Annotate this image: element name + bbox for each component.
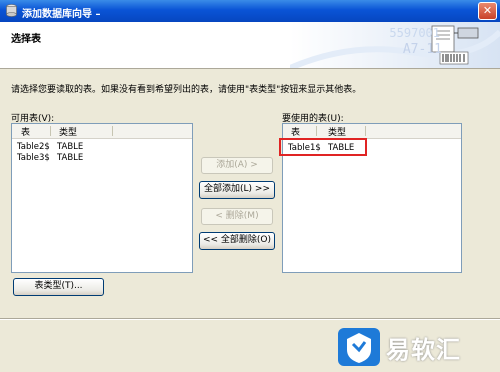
highlight-box (279, 138, 367, 156)
column-header-table[interactable]: 表 (291, 125, 300, 138)
server-icon (457, 27, 479, 39)
close-button[interactable]: ✕ (478, 2, 497, 20)
column-header-type[interactable]: 类型 (59, 125, 77, 138)
remove-all-button[interactable]: << 全部删除(O) (199, 232, 275, 250)
window-title: 添加数据库向导 – (22, 9, 101, 20)
column-header-table[interactable]: 表 (21, 125, 30, 138)
watermark-logo-icon (338, 328, 380, 366)
watermark-text: 易软汇 (386, 336, 461, 364)
instruction-text: 请选择您要读取的表。如果没有看到希望列出的表，请使用"表类型"按钮来显示其他表。 (11, 85, 362, 95)
list-item[interactable]: Table3$ TABLE (16, 153, 186, 164)
banner-text-1: 5597001 (389, 26, 440, 40)
list-header: 表 类型 (283, 124, 461, 139)
watermark: 易软汇 (338, 324, 488, 368)
step-title: 选择表 (11, 34, 41, 45)
banner-text-2: A7-11 (402, 42, 442, 57)
available-tables-list[interactable]: 表 类型 Table2$ TABLE Table3$ TABLE (11, 123, 193, 273)
divider (0, 319, 500, 320)
list-item[interactable]: Table2$ TABLE (16, 142, 186, 153)
wizard-header: 选择表 5597001 A7-11 (0, 22, 500, 69)
list-header: 表 类型 (12, 124, 192, 139)
remove-button[interactable]: < 删除(M) (201, 208, 273, 225)
table-types-button[interactable]: 表类型(T)... (13, 278, 104, 296)
column-header-type[interactable]: 类型 (328, 125, 346, 138)
add-all-button[interactable]: 全部添加(L) >> (199, 181, 275, 199)
add-button[interactable]: 添加(A) > (201, 157, 273, 174)
database-icon (6, 4, 17, 17)
title-bar[interactable]: 添加数据库向导 – ✕ (0, 0, 500, 22)
